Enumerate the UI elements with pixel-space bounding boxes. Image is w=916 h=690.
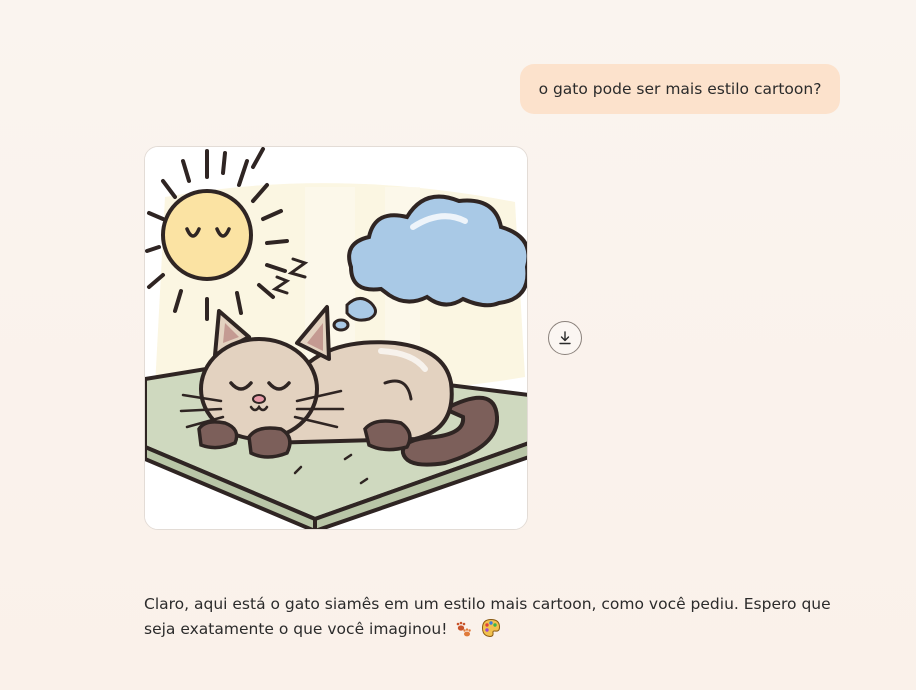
download-button[interactable]: [548, 321, 582, 355]
user-message-bubble: o gato pode ser mais estilo cartoon?: [520, 64, 840, 114]
download-icon: [559, 331, 571, 345]
assistant-message: Claro, aqui está o gato siamês em um est…: [144, 592, 834, 646]
sun: [161, 189, 253, 281]
generated-image-card[interactable]: [144, 146, 528, 530]
artist-palette-icon: [481, 618, 501, 646]
sleeping-cat-illustration: [145, 147, 527, 529]
user-message-text: o gato pode ser mais estilo cartoon?: [538, 80, 822, 98]
paw-prints-icon: [455, 620, 473, 646]
